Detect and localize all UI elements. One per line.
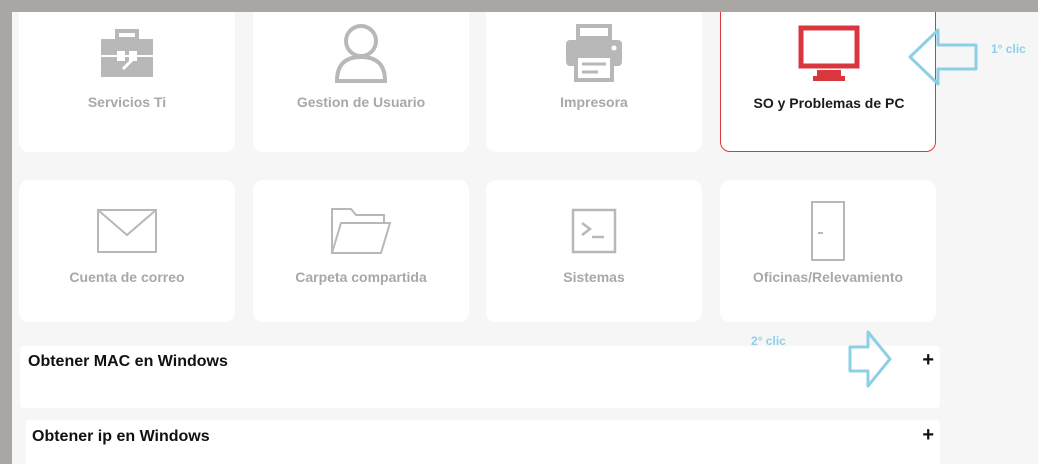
monitor-icon [721, 15, 937, 93]
expand-plus-icon[interactable]: + [922, 349, 934, 372]
user-icon [253, 14, 469, 92]
card-label: Impresora [560, 94, 628, 110]
card-sistemas[interactable]: Sistemas [486, 180, 702, 322]
annotation-first-click: 1° clic [991, 42, 1026, 56]
expand-plus-icon[interactable]: + [922, 424, 934, 447]
card-servicios-ti[interactable]: Servicios Ti [19, 12, 235, 152]
folder-icon [253, 192, 469, 270]
page-canvas: Servicios Ti Gestion de Usuario Impresor… [12, 12, 1038, 464]
card-oficinas-relevamiento[interactable]: Oficinas/Relevamiento [720, 180, 936, 322]
card-label: SO y Problemas de PC [753, 95, 905, 111]
printer-icon [486, 14, 702, 92]
terminal-icon [486, 192, 702, 270]
arrow-right-icon [846, 328, 894, 395]
card-so-problemas-pc[interactable]: SO y Problemas de PC [720, 12, 936, 152]
annotation-second-click: 2° clic [751, 334, 786, 348]
accordion-obtener-mac[interactable]: Obtener MAC en Windows + [20, 346, 940, 408]
card-gestion-usuario[interactable]: Gestion de Usuario [253, 12, 469, 152]
card-label: Sistemas [563, 269, 625, 285]
envelope-icon [19, 192, 235, 270]
card-carpeta-compartida[interactable]: Carpeta compartida [253, 180, 469, 322]
toolbox-icon [19, 14, 235, 92]
card-label: Oficinas/Relevamiento [752, 269, 904, 285]
accordion-obtener-ip[interactable]: Obtener ip en Windows + [26, 420, 940, 464]
card-label: Carpeta compartida [295, 269, 427, 285]
door-icon [720, 192, 936, 270]
arrow-left-icon [906, 26, 980, 93]
accordion-title: Obtener ip en Windows [32, 428, 210, 445]
card-impresora[interactable]: Impresora [486, 12, 702, 152]
card-label: Gestion de Usuario [296, 94, 426, 110]
accordion-title: Obtener MAC en Windows [28, 353, 228, 370]
card-label: Servicios Ti [87, 94, 167, 110]
card-label: Cuenta de correo [69, 269, 185, 285]
card-cuenta-correo[interactable]: Cuenta de correo [19, 180, 235, 322]
